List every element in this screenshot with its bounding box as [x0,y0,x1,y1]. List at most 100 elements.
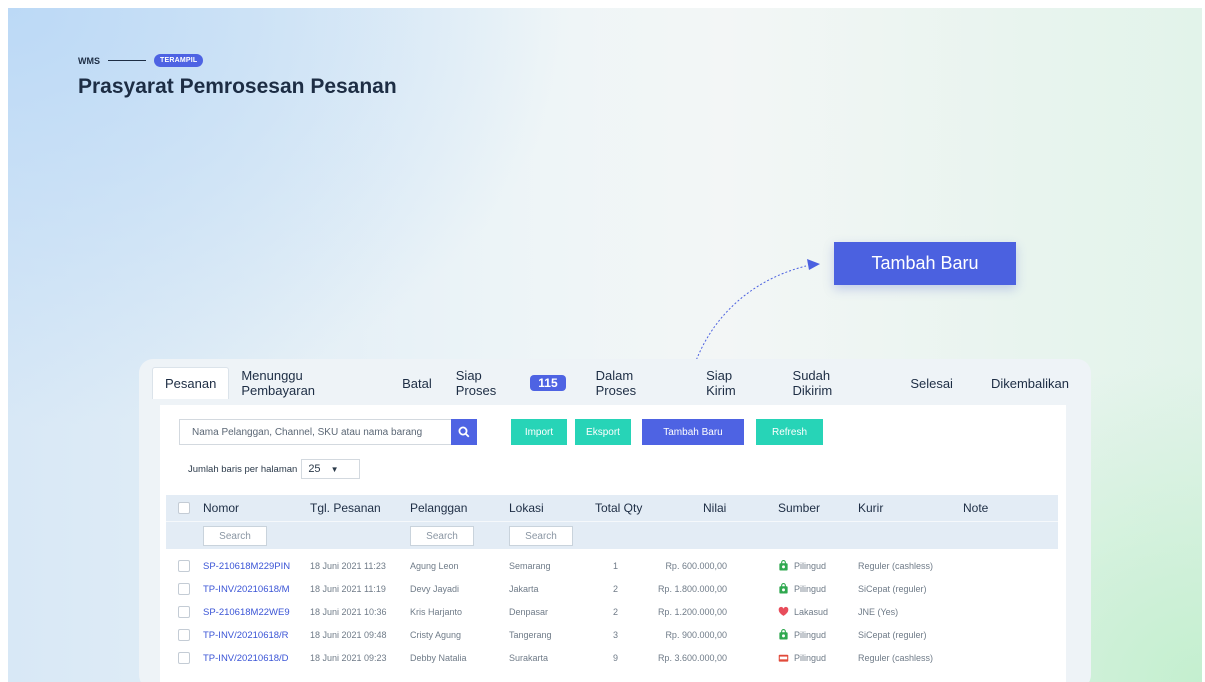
cell-lokasi: Denpasar [509,607,549,617]
breadcrumb: WMS TERAMPIL [78,54,397,67]
tab-label: Pesanan [165,376,217,391]
breadcrumb-root: WMS [78,55,100,66]
orders-content: Nama Pelanggan, Channel, SKU atau nama b… [160,405,1066,682]
tab-label: Dalam Proses [595,368,637,398]
rows-per-page-label: Jumlah baris per halaman [188,463,298,475]
tab-siap-proses[interactable]: Siap Proses 115 [444,367,578,399]
cell-tgl-pesanan: 18 Juni 2021 11:23 [310,561,386,571]
cell-kurir: SiCepat (reguler) [858,584,927,594]
tambah-baru-callout[interactable]: Tambah Baru [834,242,1016,285]
green-bag-icon [778,560,794,571]
column-header-note[interactable]: Note [963,495,988,521]
row-checkbox[interactable] [178,560,190,572]
source-label: Pilingud [794,561,827,571]
cell-tgl-pesanan: 18 Juni 2021 09:23 [310,653,387,663]
cell-sumber: Pilingud [778,555,826,578]
row-checkbox[interactable] [178,652,190,664]
import-button[interactable]: Import [511,419,567,445]
cell-nilai: Rp. 1.800.000,00 [657,584,727,594]
tab-label: Batal [402,375,432,391]
cell-pelanggan: Debby Natalia [410,653,467,663]
column-header-lokasi[interactable]: Lokasi [509,495,544,521]
column-header-pelanggan[interactable]: Pelanggan [410,495,467,521]
cell-nomor[interactable]: SP-210618M229PIN [203,555,290,578]
cell-pelanggan: Devy Jayadi [410,584,460,594]
tab-label: Siap Kirim [706,368,736,398]
tab-dikembalikan[interactable]: Dikembalikan [979,367,1081,399]
cell-nomor[interactable]: TP-INV/20210618/R [203,624,289,647]
search-button[interactable] [451,419,477,445]
tab-dalam-proses[interactable]: Dalam Proses [584,367,688,399]
source-label: Pilingud [794,584,827,594]
toolbar: Nama Pelanggan, Channel, SKU atau nama b… [179,419,823,445]
row-checkbox[interactable] [178,629,190,641]
column-header-kurir[interactable]: Kurir [858,495,883,521]
table-row[interactable]: SP-210618M22WE9 18 Juni 2021 10:36 Kris Ha… [166,601,1058,624]
page-title: Prasyarat Pemrosesan Pesanan [78,75,397,98]
cell-lokasi: Semarang [509,561,551,571]
cell-total-qty: 1 [613,561,619,571]
cell-kurir: Reguler (cashless) [858,561,934,571]
tab-label: Sudah Dikirim [792,368,833,398]
tab-selesai[interactable]: Selesai [898,367,965,399]
export-button[interactable]: Eksport [575,419,631,445]
rows-per-page: Jumlah baris per halaman 25 ▼ [188,459,361,479]
table-row[interactable]: TP-INV/20210618/D 18 Juni 2021 09:23 Debby… [166,647,1058,670]
cell-pelanggan: Cristy Agung [410,630,462,640]
tab-pesanan[interactable]: Pesanan [152,367,230,399]
cell-nilai: Rp. 900.000,00 [665,630,727,640]
store-icon [778,653,794,663]
column-header-nomor[interactable]: Nomor [203,495,239,521]
status-tabs: Pesanan Menunggu Pembayaran Batal Siap P… [152,367,1081,399]
cell-nilai: Rp. 3.600.000,00 [657,653,727,663]
cell-sumber: Pilingud [778,578,826,601]
table-row[interactable]: TP-INV/20210618/R 18 Juni 2021 09:48 Crist… [166,624,1058,647]
filter-lokasi-input[interactable]: Search [509,526,573,546]
select-all-checkbox[interactable] [178,502,190,514]
source-label: Pilingud [794,653,827,663]
refresh-button[interactable]: Refresh [756,419,823,445]
cell-nomor[interactable]: SP-210618M22WE9 [203,601,290,624]
row-checkbox[interactable] [178,606,190,618]
tab-menunggu-pembayaran[interactable]: Menunggu Pembayaran [229,367,390,399]
orders-panel: Pesanan Menunggu Pembayaran Batal Siap P… [139,359,1091,682]
column-header-sumber[interactable]: Sumber [778,495,820,521]
cell-lokasi: Tangerang [509,630,552,640]
table-row[interactable]: SP-210618M229PIN 18 Juni 2021 11:23 Agung … [166,555,1058,578]
cell-total-qty: 2 [613,584,619,594]
cell-kurir: Reguler (cashless) [858,653,934,663]
tab-sudah-dikirim[interactable]: Sudah Dikirim [781,367,885,399]
filter-pelanggan-input[interactable]: Search [410,526,474,546]
filter-nomor-input[interactable]: Search [203,526,267,546]
cell-tgl-pesanan: 18 Juni 2021 11:19 [310,584,386,594]
row-checkbox[interactable] [178,583,190,595]
level-badge: TERAMPIL [154,54,204,67]
cell-nomor[interactable]: TP-INV/20210618/D [203,647,289,670]
add-new-button[interactable]: Tambah Baru [642,419,744,445]
cell-lokasi: Surakarta [509,653,549,663]
rows-per-page-select[interactable]: 25 ▼ [301,459,361,479]
tab-label: Siap Proses [455,368,497,398]
cell-nomor[interactable]: TP-INV/20210618/M [203,578,290,601]
column-header-total-qty[interactable]: Total Qty [595,495,642,521]
breadcrumb-divider [108,60,146,61]
tab-siap-kirim[interactable]: Siap Kirim [694,367,776,399]
tab-label: Menunggu Pembayaran [241,368,316,398]
search-icon [458,426,470,438]
cell-tgl-pesanan: 18 Juni 2021 09:48 [310,630,387,640]
column-header-nilai[interactable]: Nilai [703,495,726,521]
tab-batal[interactable]: Batal [390,367,444,399]
heart-icon [778,606,794,617]
cell-nilai: Rp. 600.000,00 [665,561,727,571]
green-bag-icon [778,583,794,594]
table-row[interactable]: TP-INV/20210618/M 18 Juni 2021 11:19 Devy … [166,578,1058,601]
tab-count-badge: 115 [530,375,566,391]
tab-label: Dikembalikan [990,375,1069,391]
cell-sumber: Pilingud [778,647,826,670]
cell-lokasi: Jakarta [509,584,539,594]
search-input[interactable]: Nama Pelanggan, Channel, SKU atau nama b… [179,419,451,445]
cell-sumber: Lakasud [778,601,828,624]
chevron-down-icon: ▼ [330,464,339,474]
cell-total-qty: 2 [613,607,619,617]
column-header-tgl-pesanan[interactable]: Tgl. Pesanan [310,495,381,521]
